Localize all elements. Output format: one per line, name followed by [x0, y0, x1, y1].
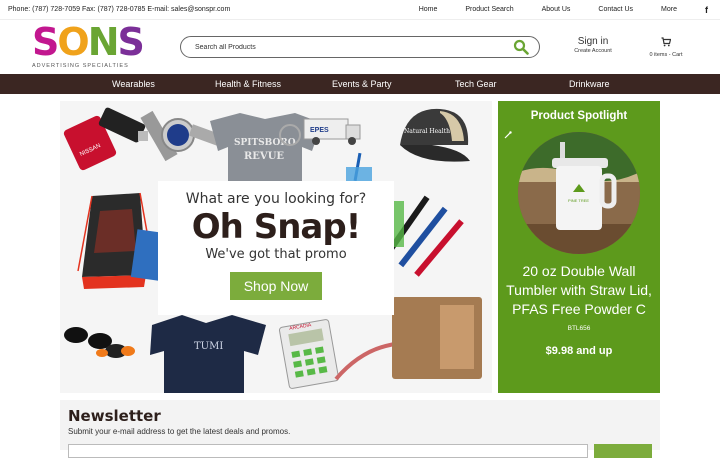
contact-info: Phone: (787) 728-7059 Fax: (787) 728-078… [8, 6, 231, 13]
spotlight-product-sku: BTL656 [567, 325, 591, 332]
newsletter-description: Submit your e-mail address to get the la… [68, 427, 291, 436]
nav-item-health-fitness[interactable]: Health & Fitness [215, 79, 281, 89]
product-spotlight[interactable]: Product Spotlight PINE TREE 20 oz Double… [498, 101, 660, 393]
promo-subline: We've got that promo [205, 247, 347, 262]
padfolio-image [392, 297, 482, 379]
watch-image [140, 110, 222, 162]
nav-item-tech-gear[interactable]: Tech Gear [455, 79, 497, 89]
newsletter-section: Newsletter Submit your e-mail address to… [60, 400, 660, 458]
top-links: Home Product Search About Us Contact Us … [405, 5, 712, 15]
shop-now-button[interactable]: Shop Now [229, 272, 323, 300]
pens-image [384, 195, 464, 277]
top-link-product-search[interactable]: Product Search [451, 6, 527, 13]
nav-item-wearables[interactable]: Wearables [112, 79, 155, 89]
usb-drive-image: NISSAN [63, 107, 148, 171]
drawstring-bag-image [77, 192, 166, 289]
top-link-more[interactable]: More [647, 6, 691, 13]
sign-in-label: Sign in [577, 36, 609, 47]
logo-wordmark: SONS [32, 20, 145, 64]
logo-tagline: ADVERTISING SPECIALTIES [32, 63, 129, 69]
top-link-about-us[interactable]: About Us [528, 6, 585, 13]
header: SONS ADVERTISING SPECIALTIES Sign in Cre… [0, 20, 720, 74]
top-link-contact-us[interactable]: Contact Us [584, 6, 647, 13]
promo-headline: Oh Snap! [191, 207, 361, 247]
straw-cup-image [346, 152, 372, 181]
cart-icon [661, 37, 672, 47]
spotlight-title: Product Spotlight [530, 110, 628, 122]
nav-item-drinkware[interactable]: Drinkware [569, 79, 610, 89]
cap-image: Natural Health [400, 108, 470, 162]
calculator-image: ARCADIA [278, 319, 340, 389]
svg-text:SPITSBORO: SPITSBORO [234, 138, 296, 148]
spotlight-product-price: $9.98 and up [545, 345, 613, 357]
wand-icon [504, 131, 512, 139]
gray-shirt-print: REVUE [244, 151, 284, 162]
search-icon[interactable] [513, 39, 529, 55]
promo-box: What are you looking for? Oh Snap! We've… [158, 181, 394, 315]
newsletter-submit-button[interactable] [594, 444, 652, 458]
logo[interactable]: SONS ADVERTISING SPECIALTIES [32, 20, 145, 73]
search-input[interactable] [195, 43, 513, 51]
spotlight-product-brand: PINE TREE [568, 198, 589, 203]
navy-shirt-image: TUMI [150, 315, 266, 393]
top-bar: Phone: (787) 728-7059 Fax: (787) 728-078… [0, 0, 720, 20]
top-link-home[interactable]: Home [405, 6, 452, 13]
sign-in-link[interactable]: Sign in Create Account [568, 36, 618, 54]
spotlight-product-image[interactable]: PINE TREE [518, 132, 640, 254]
navy-shirt-print: TUMI [194, 341, 223, 352]
nav-item-events-party[interactable]: Events & Party [332, 79, 392, 89]
hero-banner[interactable]: NISSAN SPITSBORO REVUE EPES Natural Heal… [60, 101, 492, 393]
facebook-icon[interactable]: f [691, 5, 712, 15]
newsletter-email-input[interactable] [68, 444, 588, 458]
spotlight-product-name[interactable]: 20 oz Double Wall Tumbler with Straw Lid… [498, 262, 660, 319]
sunglasses-image [64, 327, 135, 358]
cart-label: 0 items - Cart [649, 52, 683, 58]
cart-link[interactable]: 0 items - Cart [644, 34, 688, 58]
newsletter-title: Newsletter [68, 407, 161, 425]
create-account-label[interactable]: Create Account [568, 48, 618, 54]
main-nav: Wearables Health & Fitness Events & Part… [0, 74, 720, 94]
truck-print: EPES [310, 127, 329, 134]
search-bar [180, 36, 540, 58]
promo-question: What are you looking for? [185, 191, 367, 207]
cap-print: Natural Health [404, 128, 450, 135]
